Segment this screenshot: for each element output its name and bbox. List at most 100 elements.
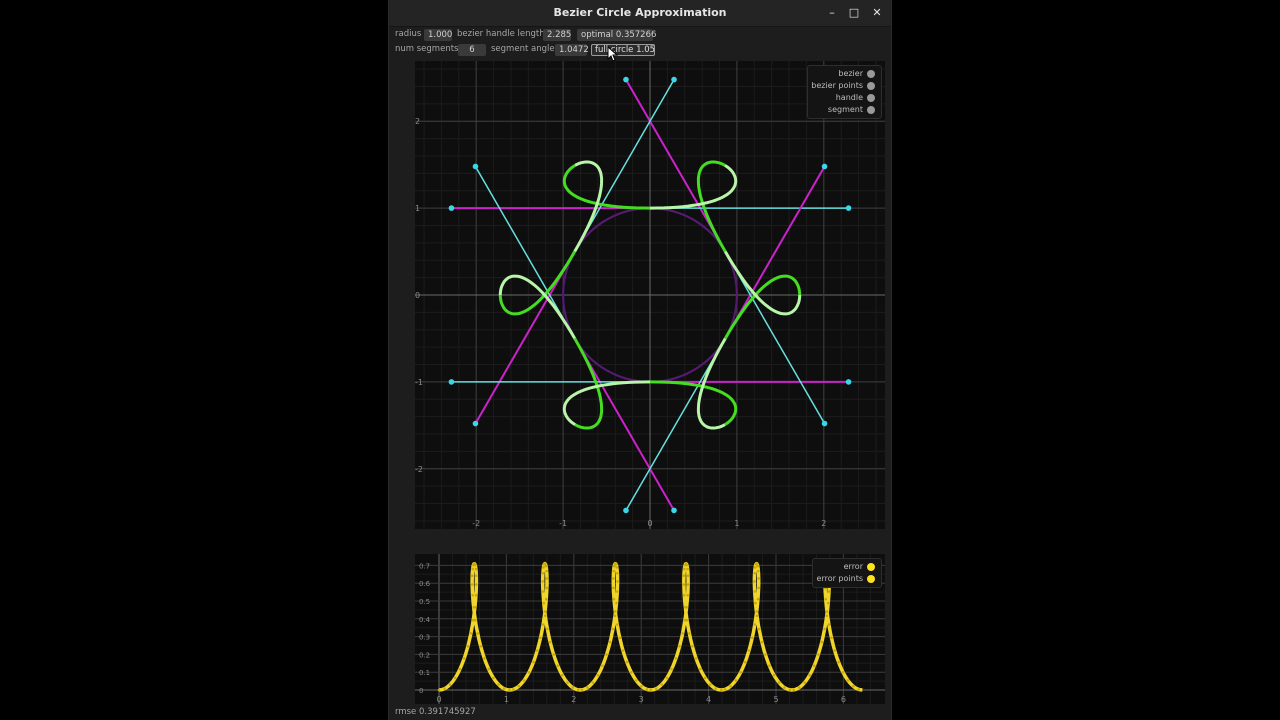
legend-toggle-icon[interactable] (867, 562, 875, 571)
error-point (750, 636, 754, 640)
error-point (682, 583, 686, 586)
error-point (792, 688, 795, 692)
error-point (678, 645, 681, 648)
legend-item-bezier[interactable]: bezier (838, 69, 875, 79)
error-point (508, 688, 511, 692)
error-point (682, 574, 686, 577)
optimal-button[interactable]: optimal 0.357266 (577, 29, 656, 41)
legend-item-bezier-points[interactable]: bezier points (811, 81, 875, 91)
error-point (487, 667, 490, 671)
error-point (743, 660, 747, 664)
legend-item-error[interactable]: error (844, 562, 875, 572)
error-point (833, 649, 836, 652)
num-segments-field[interactable]: 6 (458, 44, 486, 56)
error-point (640, 684, 643, 688)
legend-item-handle[interactable]: handle (836, 93, 875, 103)
legend-item-error-points[interactable]: error points (817, 574, 875, 584)
error-point (825, 614, 828, 618)
error-point (605, 653, 608, 656)
error-point (753, 571, 756, 575)
error-point (475, 583, 478, 586)
error-point (453, 676, 457, 680)
handle-length-field[interactable]: 2.285 (543, 29, 571, 41)
error-point (812, 664, 816, 667)
error-point (476, 632, 479, 635)
error-point (772, 673, 776, 677)
control-point (472, 420, 479, 427)
error-point (541, 590, 545, 593)
controls-row-2: num segments 6 segment angle 1.0472 full… (395, 44, 885, 57)
error-point (479, 645, 482, 648)
y-tick-label: -2 (415, 465, 423, 474)
x-tick-label: 3 (639, 695, 644, 704)
error-plot[interactable]: 0 1 2 3 4 5 6 0.7 0.6 0.5 0.4 0.3 0.2 0.1 0 error erro… (415, 554, 885, 704)
main-plot[interactable]: -2 -1 0 1 2 2 1 0 -1 -2 bezier bezier points hand… (415, 61, 885, 529)
error-point (621, 649, 625, 652)
error-point (754, 562, 758, 566)
y-tick-label: 0.6 (419, 580, 431, 588)
error-point (591, 681, 595, 684)
num-segments-label: num segments (395, 44, 459, 54)
error-point (543, 562, 546, 566)
y-tick-label: 0 (419, 687, 423, 695)
error-point (541, 623, 545, 626)
error-point (788, 688, 792, 692)
error-point (757, 627, 761, 631)
error-point (703, 676, 707, 680)
legend-toggle-icon[interactable] (867, 69, 875, 78)
error-point (470, 583, 474, 586)
x-tick-label: 2 (571, 695, 576, 704)
error-point (556, 664, 559, 667)
error-point (714, 687, 717, 690)
legend-label: error (843, 562, 863, 571)
error-point (545, 577, 549, 580)
error-point (474, 567, 478, 571)
legend-toggle-icon[interactable] (867, 105, 875, 114)
error-point (645, 688, 649, 691)
y-tick-label: 2 (415, 117, 420, 126)
error-point (586, 686, 589, 689)
error-point (634, 679, 638, 682)
error-point (552, 653, 555, 656)
y-tick-label: 0.2 (419, 651, 430, 659)
x-tick-label: 0 (436, 695, 441, 704)
error-point (753, 623, 757, 626)
error-point (681, 632, 684, 635)
control-point (623, 76, 629, 83)
error-point (685, 618, 689, 622)
error-point (797, 686, 801, 689)
error-point (532, 660, 535, 664)
error-point (601, 664, 604, 667)
error-point (674, 657, 678, 660)
radius-field[interactable]: 1.000 (424, 29, 452, 41)
full-circle-button[interactable]: full circle 1.05 (591, 44, 655, 56)
bezier-curve (649, 380, 738, 426)
legend-toggle-icon[interactable] (867, 81, 875, 90)
error-point (837, 660, 840, 664)
y-tick-label: 0.4 (419, 616, 431, 624)
error-point (630, 671, 633, 674)
legend-item-segment[interactable]: segment (828, 105, 875, 115)
error-point (542, 566, 545, 569)
error-point (541, 580, 544, 583)
error-point (764, 653, 767, 656)
legend-toggle-icon[interactable] (867, 574, 875, 583)
radius-label: radius (395, 29, 422, 39)
x-tick-label: 6 (841, 695, 846, 704)
close-icon[interactable]: ✕ (868, 4, 886, 22)
error-point (820, 640, 824, 644)
error-point (471, 567, 474, 571)
legend-toggle-icon[interactable] (867, 93, 875, 102)
error-point (817, 653, 820, 656)
controls-row-1: radius 1.000 bezier handle length 2.285 … (395, 29, 885, 42)
error-point (760, 640, 764, 644)
segment-angle-field[interactable]: 1.0472 (555, 44, 589, 56)
error-point (734, 679, 738, 682)
legend-label: bezier points (811, 81, 863, 90)
minimize-icon[interactable]: – (823, 4, 841, 22)
y-tick-label: 0 (415, 291, 420, 300)
error-curve (438, 561, 863, 692)
bezier-curve (649, 164, 738, 210)
maximize-icon[interactable]: □ (845, 4, 863, 22)
segment-angle-label: segment angle (491, 44, 555, 54)
